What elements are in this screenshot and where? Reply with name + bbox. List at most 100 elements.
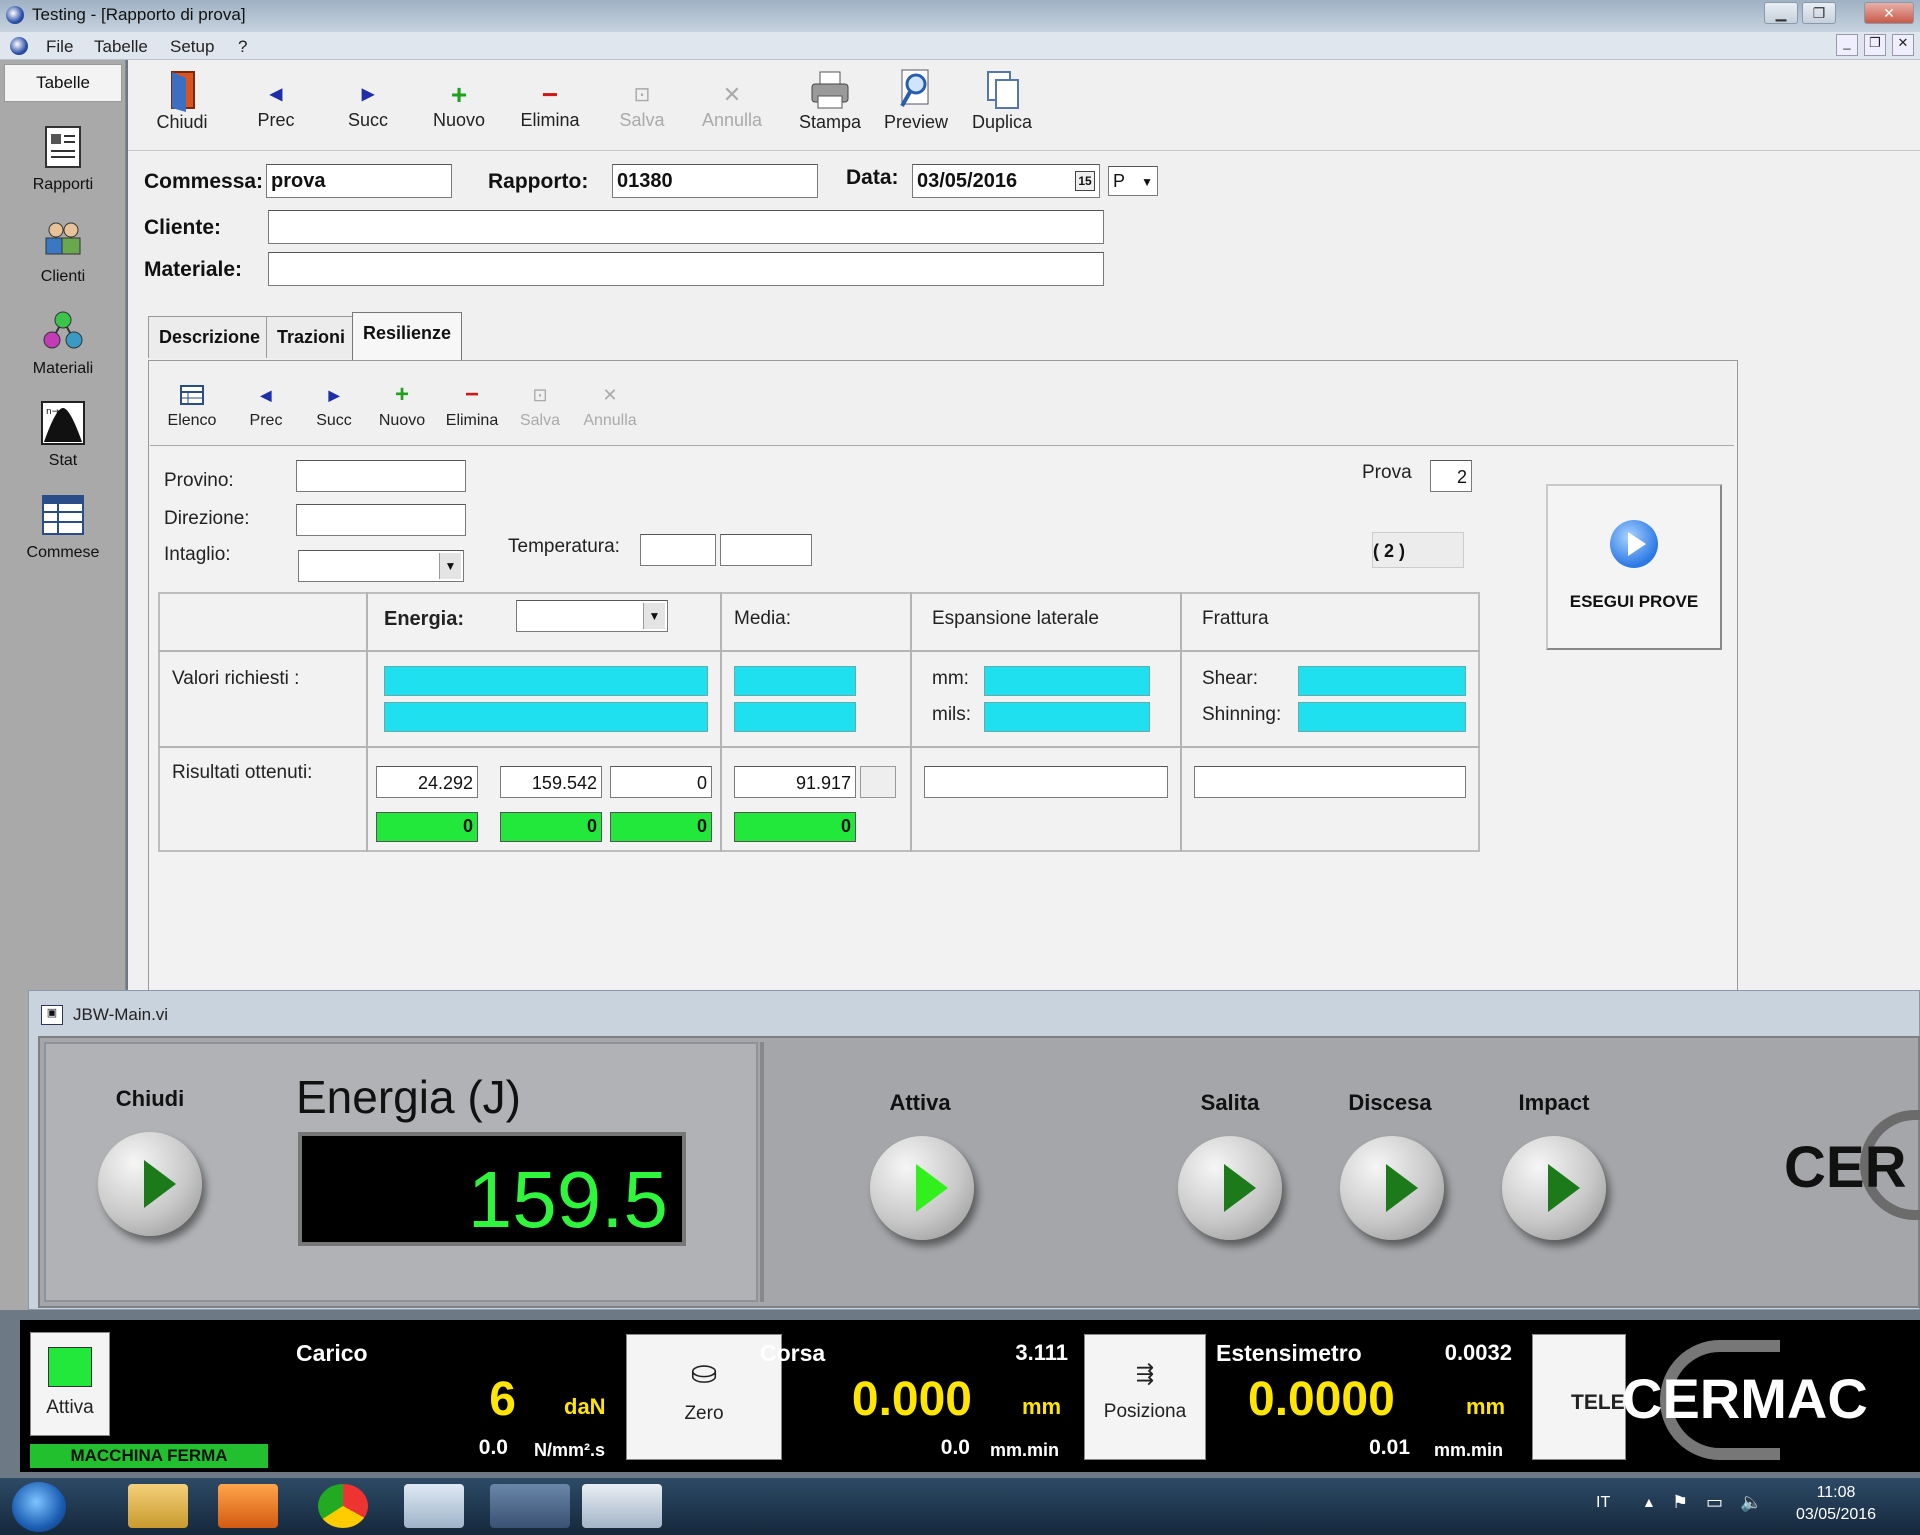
sub-prec-button[interactable]: ◀ Prec	[244, 378, 288, 430]
data-type-select[interactable]: P ▼	[1108, 166, 1158, 196]
mdi-minimize-button[interactable]: _	[1836, 34, 1858, 56]
clients-icon	[45, 222, 81, 255]
risultati-ottenuti-label: Risultati ottenuti:	[172, 762, 313, 783]
energia-required-1[interactable]	[384, 666, 708, 696]
sidebar-header[interactable]: Tabelle	[4, 64, 122, 102]
media-result[interactable]: 91.917	[734, 766, 856, 798]
tab-descrizione[interactable]: Descrizione	[148, 316, 272, 358]
energy-result-2[interactable]: 159.542	[500, 766, 602, 798]
mils-required[interactable]	[984, 702, 1150, 732]
explorer-icon[interactable]	[128, 1484, 188, 1528]
materiale-field[interactable]	[268, 252, 1104, 286]
maximize-button[interactable]: ❐	[1802, 2, 1836, 24]
data-field[interactable]: 03/05/2016 15	[912, 164, 1100, 198]
clock-time[interactable]: 11:08	[1784, 1484, 1888, 1502]
chiudi-button[interactable]: Chiudi	[146, 68, 218, 133]
mdi-restore-button[interactable]: ❐	[1864, 34, 1886, 56]
elenco-button[interactable]: Elenco	[164, 378, 220, 430]
network-icon[interactable]: ▭	[1706, 1492, 1723, 1513]
sidebar-item-stat[interactable]: n→∞ Stat	[4, 400, 122, 470]
clock-date[interactable]: 03/05/2016	[1784, 1506, 1888, 1524]
calculator-icon[interactable]	[404, 1484, 464, 1528]
stampa-button[interactable]: Stampa	[792, 68, 868, 133]
mdi-close-button[interactable]: ✕	[1892, 34, 1914, 56]
provino-field[interactable]	[296, 460, 466, 492]
menu-help[interactable]: ?	[238, 37, 247, 57]
sub-nuovo-button[interactable]: + Nuovo	[374, 378, 430, 430]
succ-button[interactable]: ▶ Succ	[340, 80, 396, 131]
espansione-header: Espansione laterale	[932, 608, 1099, 629]
media-required-1[interactable]	[734, 666, 856, 696]
menu-setup[interactable]: Setup	[170, 37, 214, 57]
preview-button[interactable]: Preview	[878, 68, 954, 133]
energy-result-3[interactable]: 0	[610, 766, 712, 798]
chiudi-knob[interactable]	[98, 1132, 202, 1236]
nuovo-button[interactable]: + Nuovo	[424, 80, 494, 131]
temperatura-field-2[interactable]	[720, 534, 812, 566]
espansione-result[interactable]	[924, 766, 1168, 798]
duplica-button[interactable]: Duplica	[964, 68, 1040, 133]
cancel-icon: ✕	[722, 82, 742, 107]
app-menu-icon[interactable]	[10, 37, 28, 55]
chevron-down-icon: ▼	[643, 603, 665, 629]
attiva-knob[interactable]	[870, 1136, 974, 1240]
close-window-button[interactable]: ✕	[1864, 2, 1914, 24]
energia-required-2[interactable]	[384, 702, 708, 732]
elimina-button[interactable]: − Elimina	[512, 80, 588, 131]
sidebar-item-rapporti[interactable]: Rapporti	[4, 124, 122, 194]
media-required-2[interactable]	[734, 702, 856, 732]
window-title: Testing - [Rapporto di prova]	[32, 5, 246, 24]
energy-result-1[interactable]: 24.292	[376, 766, 478, 798]
media-extra-button[interactable]	[860, 766, 896, 798]
chrome-icon[interactable]	[318, 1484, 368, 1528]
tab-trazioni[interactable]: Trazioni	[266, 316, 357, 358]
temperatura-field-1[interactable]	[640, 534, 716, 566]
media-player-icon[interactable]	[218, 1484, 278, 1528]
minimize-button[interactable]: ▁	[1764, 2, 1798, 24]
salita-knob[interactable]	[1178, 1136, 1282, 1240]
salva-button[interactable]: ⊡ Salva	[612, 80, 672, 131]
language-indicator[interactable]: IT	[1596, 1494, 1610, 1512]
carico-rate-unit: N/mm².s	[534, 1440, 606, 1460]
annulla-button[interactable]: ✕ Annulla	[694, 80, 770, 131]
cliente-field[interactable]	[268, 210, 1104, 244]
shear-required[interactable]	[1298, 666, 1466, 696]
sub-annulla-button[interactable]: ✕ Annulla	[580, 378, 640, 430]
commessa-field[interactable]: prova	[266, 164, 452, 198]
discesa-knob[interactable]	[1340, 1136, 1444, 1240]
shear-label: Shear:	[1202, 668, 1258, 689]
sub-succ-button[interactable]: ▶ Succ	[310, 378, 358, 430]
calendar-icon[interactable]: 15	[1075, 171, 1095, 191]
posiziona-button[interactable]: ⇶ Posiziona	[1084, 1334, 1206, 1460]
frattura-result[interactable]	[1194, 766, 1466, 798]
tab-resilienze[interactable]: Resilienze	[352, 312, 463, 360]
sidebar-item-clienti[interactable]: Clienti	[4, 216, 122, 286]
shinning-required[interactable]	[1298, 702, 1466, 732]
attiva-status-button[interactable]: Attiva	[30, 1332, 110, 1436]
energia-select[interactable]: ▼	[516, 600, 668, 632]
tele-button[interactable]: TELE	[1532, 1334, 1626, 1460]
sidebar-item-materiali[interactable]: Materiali	[4, 308, 122, 378]
esegui-prove-button[interactable]: ESEGUI PROVE	[1546, 484, 1722, 650]
flag-icon[interactable]: ⚑	[1672, 1492, 1688, 1513]
tray-expand-icon[interactable]: ▲	[1642, 1494, 1656, 1510]
start-button[interactable]	[12, 1482, 66, 1532]
estensimetro-unit: mm	[1466, 1394, 1506, 1419]
sidebar-item-label: Commese	[26, 544, 100, 561]
intaglio-select[interactable]: ▼	[298, 550, 464, 582]
rapporto-field[interactable]: 01380	[612, 164, 818, 198]
labview-taskbar-icon[interactable]	[582, 1484, 662, 1528]
menu-file[interactable]: File	[46, 37, 73, 57]
testing-app-icon[interactable]	[490, 1484, 570, 1528]
mm-required[interactable]	[984, 666, 1150, 696]
prec-button[interactable]: ◀ Prec	[248, 80, 304, 131]
sidebar-item-commese[interactable]: Commese	[4, 492, 122, 562]
sub-salva-button[interactable]: ⊡ Salva	[516, 378, 564, 430]
impact-knob[interactable]	[1502, 1136, 1606, 1240]
sub-elimina-button[interactable]: − Elimina	[444, 378, 500, 430]
menu-tabelle[interactable]: Tabelle	[94, 37, 148, 57]
direzione-field[interactable]	[296, 504, 466, 536]
volume-icon[interactable]: 🔈	[1740, 1492, 1762, 1513]
zero-button[interactable]: ⛀ Zero	[626, 1334, 782, 1460]
prova-field[interactable]: 2	[1430, 460, 1472, 492]
